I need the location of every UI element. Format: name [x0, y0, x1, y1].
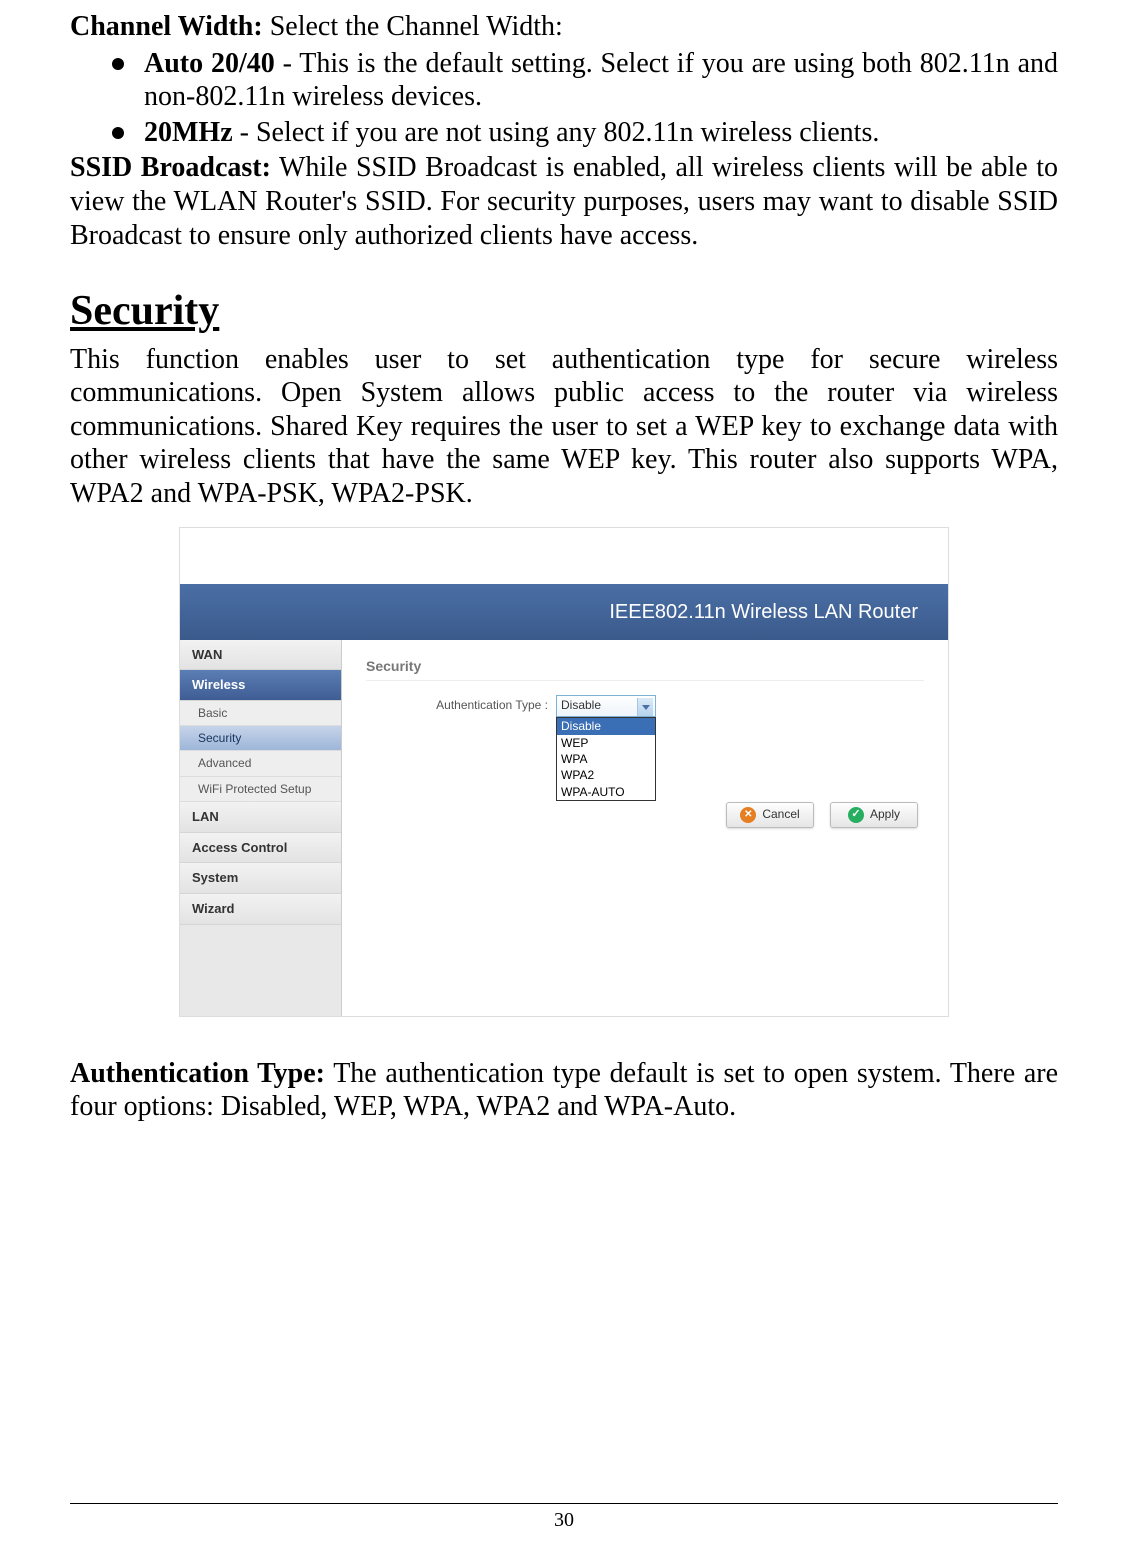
channel-width-label: Channel Width: — [70, 11, 263, 42]
option-wpa[interactable]: WPA — [557, 751, 655, 767]
option-wep[interactable]: WEP — [557, 735, 655, 751]
auth-type-selected-value: Disable — [561, 698, 601, 712]
cancel-button[interactable]: Cancel — [726, 802, 814, 828]
panel-title: Security — [366, 658, 924, 682]
sidebar-advanced[interactable]: Advanced — [180, 751, 341, 776]
router-screenshot: IEEE802.11n Wireless LAN Router WAN Wire… — [179, 527, 949, 1017]
sidebar-wan[interactable]: WAN — [180, 640, 341, 671]
ssid-broadcast-label: SSID Broadcast: — [70, 152, 271, 183]
auth-type-label: Authentication Type : — [366, 695, 556, 712]
security-paragraph: This function enables user to set authen… — [70, 343, 1058, 511]
router-topgap — [180, 528, 948, 584]
auto2040-label: Auto 20/40 — [144, 48, 275, 79]
sidebar-security[interactable]: Security — [180, 726, 341, 751]
auth-type-select[interactable]: Disable — [556, 695, 656, 717]
auth-type-label-text: Authentication Type: — [70, 1058, 325, 1089]
sidebar-wps[interactable]: WiFi Protected Setup — [180, 777, 341, 802]
twenty-desc: - Select if you are not using any 802.11… — [233, 117, 880, 148]
security-heading: Security — [70, 286, 1058, 336]
bullet-20mhz: 20MHz - Select if you are not using any … — [108, 116, 1058, 150]
apply-button[interactable]: Apply — [830, 802, 918, 828]
auto2040-desc: - This is the default setting. Select if… — [144, 48, 1058, 113]
apply-icon — [848, 807, 864, 823]
sidebar-wireless[interactable]: Wireless — [180, 670, 341, 701]
auth-type-dropdown[interactable]: Disable WEP WPA WPA2 WPA-AUTO — [556, 717, 656, 801]
cancel-icon — [740, 807, 756, 823]
sidebar-system[interactable]: System — [180, 863, 341, 894]
page-footer: 30 — [70, 1503, 1058, 1532]
channel-width-desc: Select the Channel Width: — [263, 11, 563, 42]
option-wpa2[interactable]: WPA2 — [557, 767, 655, 783]
ssid-broadcast-para: SSID Broadcast: While SSID Broadcast is … — [70, 151, 1058, 252]
router-header: IEEE802.11n Wireless LAN Router — [180, 584, 948, 640]
router-sidebar: WAN Wireless Basic Security Advanced WiF… — [180, 640, 342, 1016]
chevron-down-icon[interactable] — [637, 698, 653, 716]
apply-label: Apply — [870, 807, 900, 821]
auth-type-para: Authentication Type: The authentication … — [70, 1057, 1058, 1124]
sidebar-basic[interactable]: Basic — [180, 701, 341, 726]
channel-width-intro: Channel Width: Select the Channel Width: — [70, 10, 1058, 44]
sidebar-lan[interactable]: LAN — [180, 802, 341, 833]
bullet-auto2040: Auto 20/40 - This is the default setting… — [108, 47, 1058, 114]
page-number: 30 — [554, 1509, 574, 1531]
twenty-label: 20MHz — [144, 117, 233, 148]
option-wpa-auto[interactable]: WPA-AUTO — [557, 784, 655, 800]
option-disable[interactable]: Disable — [557, 718, 655, 734]
sidebar-access-control[interactable]: Access Control — [180, 833, 341, 864]
auth-type-select-wrap[interactable]: Disable Disable WEP WPA WPA2 WPA-AUTO — [556, 695, 656, 717]
router-main-panel: Security Authentication Type : Disable D… — [342, 640, 948, 1016]
cancel-label: Cancel — [762, 807, 799, 821]
sidebar-wizard[interactable]: Wizard — [180, 894, 341, 925]
